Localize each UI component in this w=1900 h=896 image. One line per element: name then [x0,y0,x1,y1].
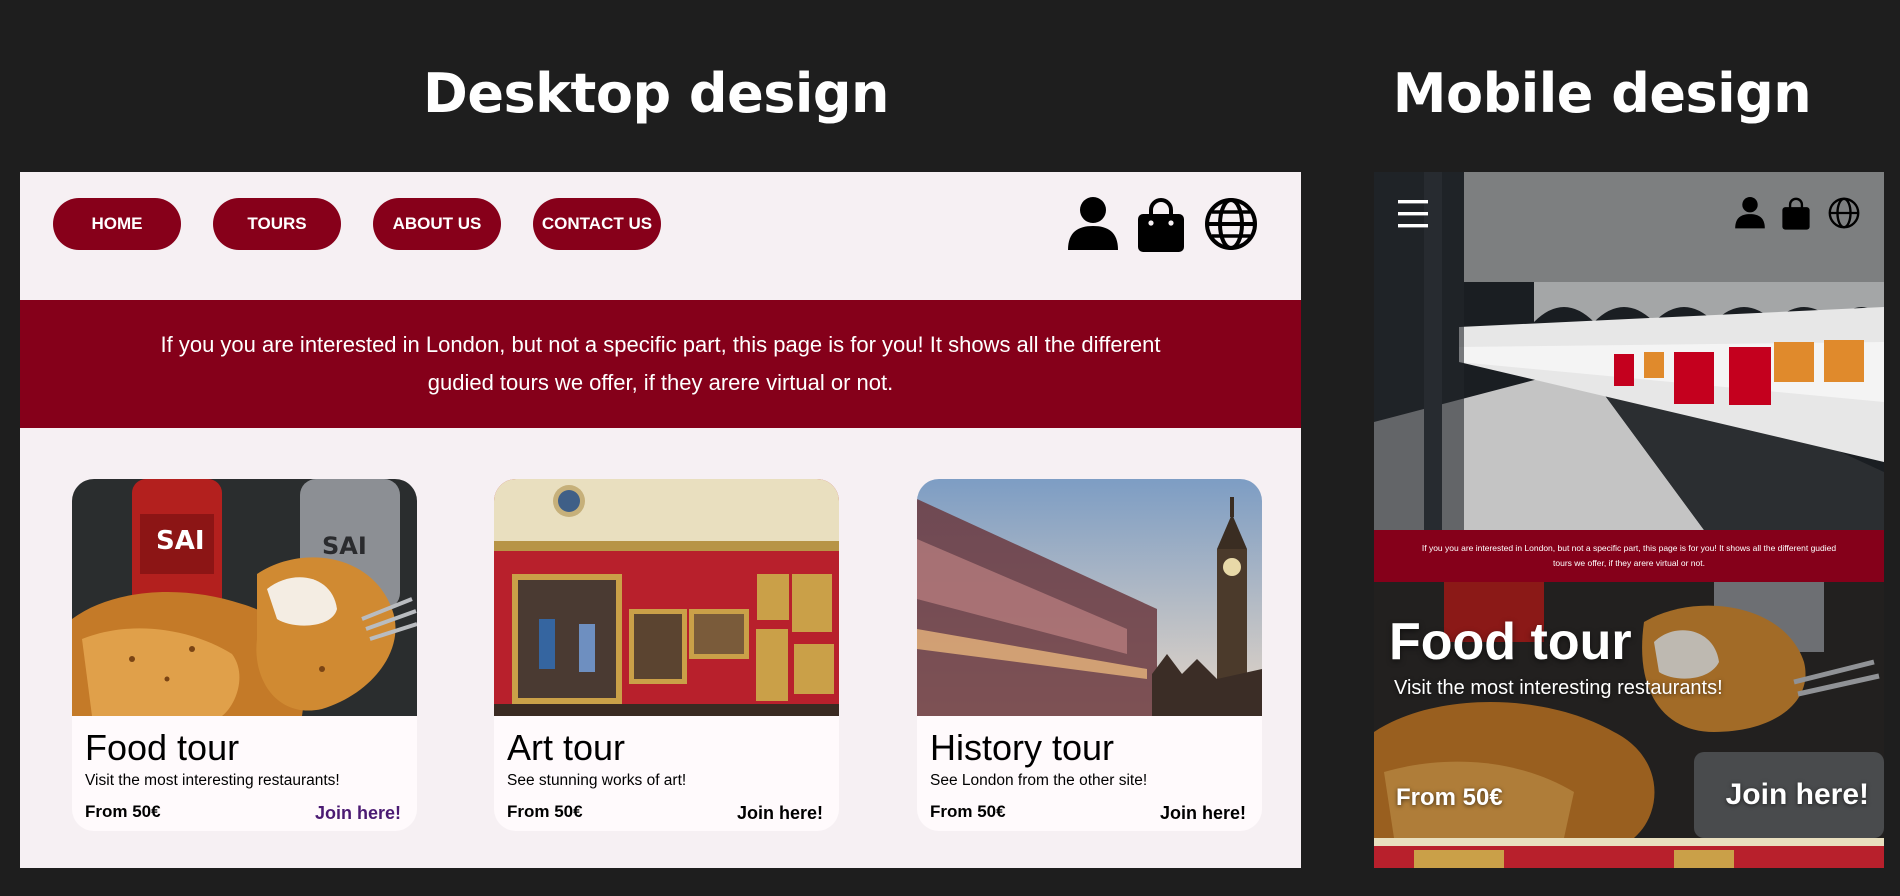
svg-text:SAI: SAI [156,526,205,556]
mobile-join-here-link[interactable]: Join here! [1726,778,1869,812]
card-title: Food tour [85,727,240,768]
card-description: See London from the other site! [930,772,1148,789]
join-here-link[interactable]: Join here! [737,803,823,824]
nav-tours-button[interactable]: TOURS [213,198,341,250]
join-here-link[interactable]: Join here! [315,803,401,824]
mobile-card-description: Visit the most interesting restaurants! [1394,677,1723,699]
mobile-design-heading: Mobile design [1392,62,1812,125]
card-description: Visit the most interesting restaurants! [85,772,340,789]
food-tour-card[interactable]: SAI SAI Food tour Visit the most interes… [72,479,417,831]
card-title: History tour [930,727,1115,768]
mobile-intro-banner: If you you are interested in London, but… [1374,530,1884,582]
history-tour-card[interactable]: History tour See London from the other s… [917,479,1262,831]
globe-icon[interactable] [1204,196,1258,252]
card-price: From 50€ [85,802,161,821]
mobile-food-tour-card[interactable]: Food tour Visit the most interesting res… [1374,582,1884,838]
nav-about-us-button[interactable]: ABOUT US [373,198,501,250]
nav-home-button[interactable]: HOME [53,198,181,250]
join-here-link[interactable]: Join here! [1160,803,1246,824]
card-title: Art tour [507,727,626,768]
card-description: See stunning works of art! [507,772,687,789]
desktop-design-heading: Desktop design [423,62,889,125]
user-icon[interactable] [1066,196,1120,252]
big-ben-photo [917,479,1262,716]
mobile-intro-banner-text: If you you are interested in London, but… [1421,543,1837,568]
user-icon[interactable] [1734,196,1766,230]
desktop-mockup: HOME TOURS ABOUT US CONTACT US If you yo… [20,172,1301,868]
mobile-card-title: Food tour [1389,613,1632,671]
menu-icon[interactable] [1398,198,1428,230]
intro-banner-text: If you you are interested in London, but… [160,332,1161,395]
card-price: From 50€ [507,802,583,821]
shopping-bag-icon[interactable] [1134,196,1188,252]
art-tour-card[interactable]: Art tour See stunning works of art! From… [494,479,839,831]
shopping-bag-icon[interactable] [1780,196,1812,230]
globe-icon[interactable] [1828,196,1860,230]
mobile-card-price: From 50€ [1396,784,1503,811]
nav-contact-us-button[interactable]: CONTACT US [533,198,661,250]
fried-fish-photo: SAI SAI [72,479,417,716]
svg-text:SAI: SAI [322,532,367,560]
card-price: From 50€ [930,802,1006,821]
mobile-mockup: If you you are interested in London, but… [1374,172,1884,868]
next-card-photo-strip [1374,838,1884,868]
art-gallery-photo [494,479,839,716]
intro-banner: If you you are interested in London, but… [20,300,1301,428]
